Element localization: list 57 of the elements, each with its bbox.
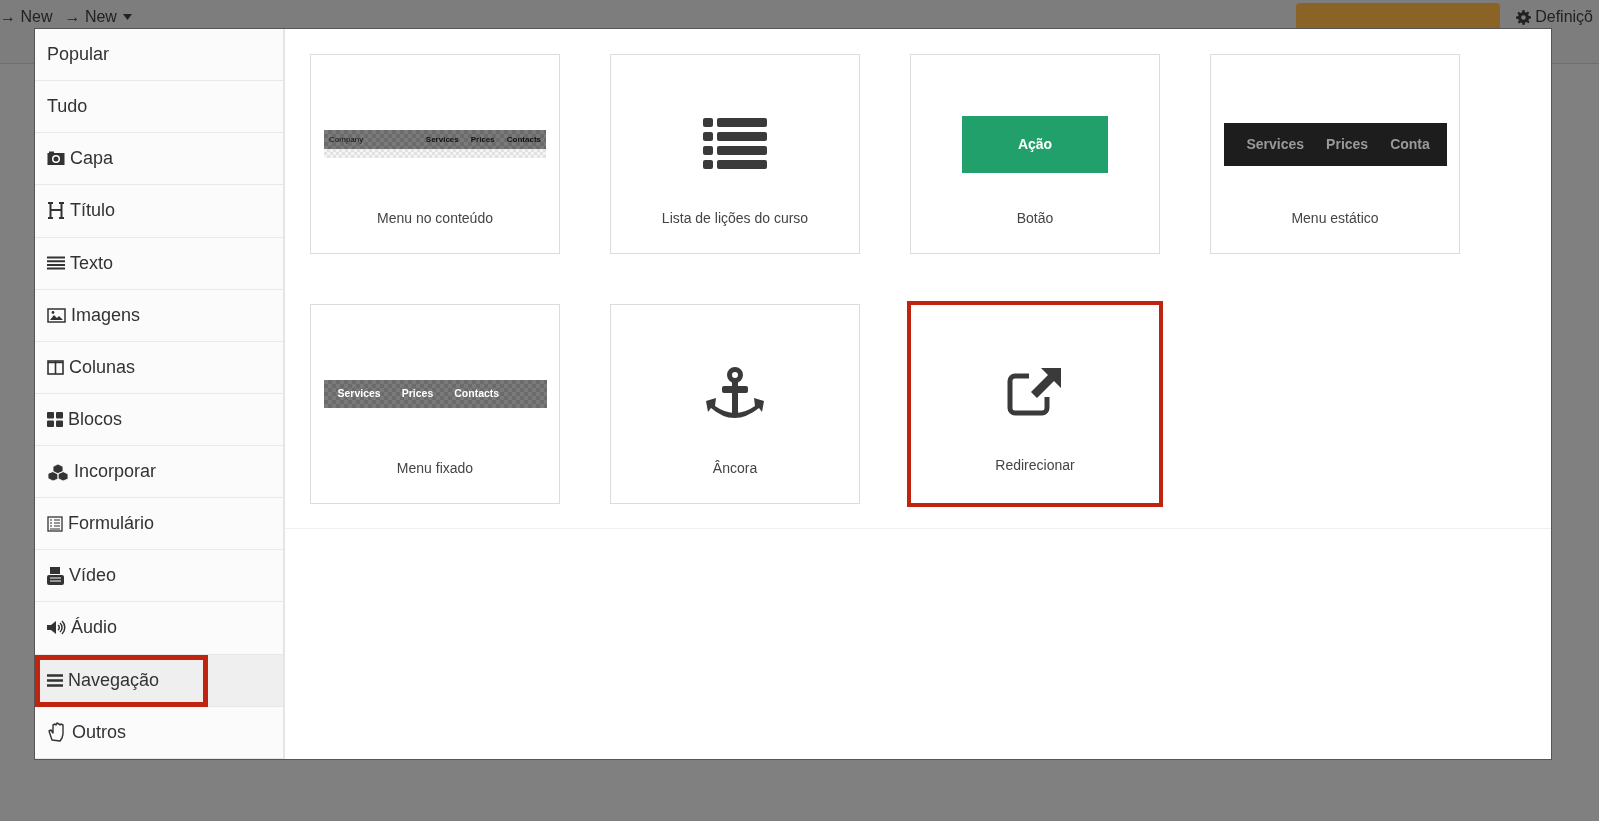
form-icon	[47, 515, 63, 532]
preview-text: Prices	[401, 386, 434, 402]
category-item[interactable]: Outros	[35, 706, 283, 759]
columns-icon	[47, 359, 64, 375]
breadcrumb-link[interactable]: → New	[0, 5, 53, 29]
preview-text: Services	[337, 386, 381, 402]
block-label: Botão	[1016, 209, 1054, 228]
block-card[interactable]: Redirecionar	[907, 301, 1163, 507]
gear-icon[interactable]	[1516, 9, 1532, 25]
list-icon	[703, 118, 767, 170]
category-item[interactable]: Colunas	[35, 341, 283, 394]
block-card[interactable]: Services Prices Conta Menu estático	[1210, 54, 1460, 254]
image-icon	[47, 307, 66, 323]
preview-text: Contacts	[506, 133, 541, 146]
preview-text: Prices	[470, 133, 495, 146]
category-item[interactable]: Popular	[35, 29, 283, 82]
block-card[interactable]: Services Prices Contacts Menu fixado	[310, 304, 560, 504]
block-label: Redirecionar	[995, 456, 1075, 475]
block-card[interactable]: Lista de lições do curso	[610, 54, 860, 254]
preview-text: Prices	[1326, 134, 1369, 154]
menu-icon	[47, 674, 63, 688]
lines-icon	[47, 256, 65, 271]
caret-icon[interactable]	[122, 14, 132, 20]
block-card[interactable]: Company Services Prices Contacts Menu no conteúdo	[310, 54, 560, 254]
category-item[interactable]: Vídeo	[35, 550, 283, 603]
category-item[interactable]: Capa	[35, 133, 283, 186]
cubes-icon	[47, 462, 69, 481]
block-card[interactable]: Âncora	[610, 304, 860, 504]
block-label: Menu no conteúdo	[377, 209, 493, 228]
category-item[interactable]: Título	[35, 185, 283, 238]
settings-label[interactable]: Definiçõ	[1535, 5, 1593, 29]
camera-icon	[47, 151, 65, 167]
external-link-icon	[1007, 366, 1063, 416]
category-item[interactable]: Texto	[35, 237, 283, 290]
heading-icon	[47, 202, 65, 220]
block-label: Âncora	[712, 459, 758, 478]
category-item[interactable]: Navegação	[35, 654, 208, 707]
preview-text: Company	[329, 133, 364, 146]
hand-icon	[47, 722, 67, 743]
block-label: Menu fixado	[396, 459, 474, 478]
category-item[interactable]: Tudo	[35, 81, 283, 134]
speaker-icon	[47, 620, 66, 636]
blocks-icon	[47, 411, 63, 427]
block-card[interactable]: Ação Botão	[910, 54, 1160, 254]
preview-text: Contacts	[454, 386, 500, 402]
block-label: Menu estático	[1291, 209, 1379, 228]
preview-text: Services	[1246, 134, 1305, 154]
category-item[interactable]: Imagens	[35, 289, 283, 342]
preview-text: Conta	[1390, 134, 1430, 154]
preview-text: Services	[425, 133, 459, 146]
category-item[interactable]: Áudio	[35, 602, 283, 655]
category-item[interactable]: Incorporar	[35, 446, 283, 499]
breadcrumb-link[interactable]: → New	[64, 5, 117, 29]
category-item[interactable]: Formulário	[35, 498, 283, 551]
category-item[interactable]: Blocos	[35, 393, 283, 446]
action-preview-button: Ação	[962, 115, 1108, 173]
block-label: Lista de lições do curso	[661, 209, 809, 228]
